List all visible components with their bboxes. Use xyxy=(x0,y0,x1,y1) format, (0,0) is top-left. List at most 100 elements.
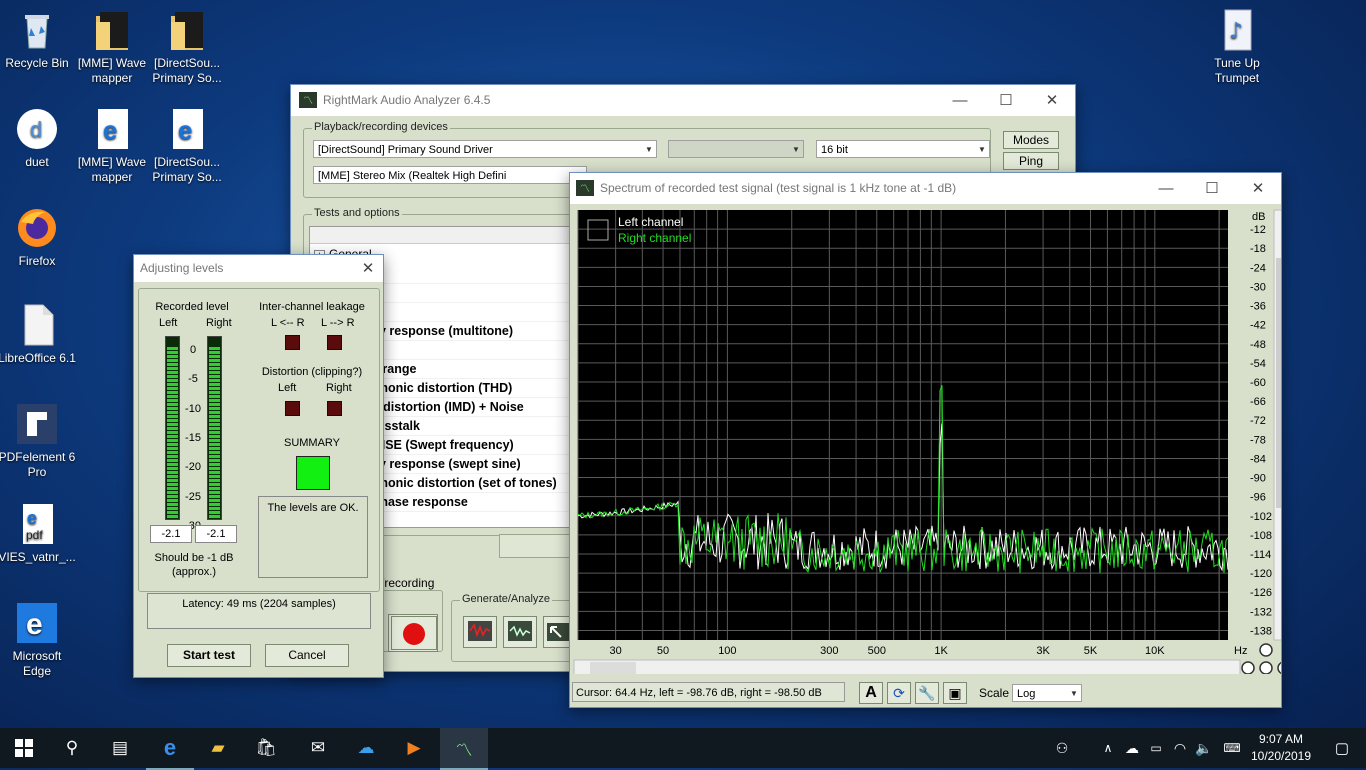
taskbar-mail[interactable]: ✉ xyxy=(294,728,342,768)
test-item[interactable]: el xyxy=(372,341,572,360)
save-button[interactable]: ▣ xyxy=(943,682,967,704)
people-button[interactable]: ⚇ xyxy=(1050,728,1074,768)
font-button[interactable]: A xyxy=(859,682,883,704)
taskbar-file-explorer[interactable]: ▰ xyxy=(194,728,242,768)
maximize-button[interactable]: ☐ xyxy=(983,91,1029,109)
rmaa-title: RightMark Audio Analyzer 6.4.5 xyxy=(323,93,491,107)
refresh-button[interactable]: ⟳ xyxy=(887,682,911,704)
scale-select[interactable]: Log ▼ xyxy=(1012,684,1082,702)
zoom-reset-icon[interactable] xyxy=(1277,661,1281,674)
horizontal-scrollbar[interactable] xyxy=(573,659,1241,674)
analyze-button[interactable] xyxy=(503,616,537,648)
test-item[interactable]: OISE (Swept frequency) xyxy=(372,436,572,455)
start-test-button[interactable]: Start test xyxy=(167,644,251,667)
desktop-icon-pdfelement[interactable]: PDFelement 6 Pro xyxy=(0,402,77,480)
tray-keyboard[interactable]: ⌨ xyxy=(1218,728,1246,768)
spectrum-body: -12 -18 -24 -30 -36 -42 -48 -54 -60 -66 -72 -78 -84 -… xyxy=(570,204,1281,707)
left-level-meter xyxy=(165,336,180,520)
bits-select[interactable]: 16 bit ▼ xyxy=(816,140,990,158)
test-item[interactable]: d xyxy=(372,265,572,284)
tray-volume[interactable]: 🔈 xyxy=(1192,728,1216,768)
db-tick-label: -30 xyxy=(1250,281,1266,293)
desktop-icon-firefox[interactable]: Firefox xyxy=(0,206,77,269)
test-item[interactable]: rmonic distortion (THD) xyxy=(372,379,572,398)
record-button[interactable] xyxy=(391,616,437,650)
plot-area[interactable] xyxy=(578,210,1228,640)
desktop-icon-recycle-bin[interactable]: Recycle Bin xyxy=(0,8,77,71)
levels-titlebar[interactable]: Adjusting levels ✕ xyxy=(134,255,383,281)
spectrum-chart[interactable]: -12 -18 -24 -30 -36 -42 -48 -54 -60 -66 -72 -78 -84 -… xyxy=(570,204,1281,674)
action-center-button[interactable]: ▢ xyxy=(1318,728,1366,768)
generate-record-button[interactable] xyxy=(463,616,497,648)
ping-button[interactable]: Ping xyxy=(1003,152,1059,170)
desktop-icon-mme-wave-mapper[interactable]: [MME] Wave mapper xyxy=(72,8,152,86)
taskbar-edge[interactable]: e xyxy=(146,728,194,770)
test-item[interactable] xyxy=(372,303,572,322)
search-button[interactable]: ⚲ xyxy=(48,728,96,768)
folder-icon: ▰ xyxy=(211,738,225,757)
scale-value: Log xyxy=(1017,688,1036,700)
recording-device-select[interactable]: [MME] Stereo Mix (Realtek High Defini xyxy=(313,166,587,184)
desktop-icon-directsound-link[interactable]: e [DirectSou... Primary So... xyxy=(147,107,227,185)
close-button[interactable]: ✕ xyxy=(1235,179,1281,197)
test-item[interactable]: Phase response xyxy=(372,493,572,512)
taskbar-store[interactable]: 🛍 xyxy=(242,728,290,768)
close-button[interactable]: ✕ xyxy=(353,259,383,277)
zoom-out-icon[interactable] xyxy=(1259,661,1273,674)
summary-text: The levels are OK. xyxy=(258,496,368,578)
test-item[interactable]: rmonic distortion (set of tones) xyxy=(372,474,572,493)
start-button[interactable] xyxy=(0,728,48,768)
leakage-r-led xyxy=(327,335,342,350)
taskbar-onedrive[interactable]: ☁ xyxy=(342,728,390,768)
clock[interactable]: 9:07 AM 10/20/2019 xyxy=(1248,731,1314,765)
rmaa-titlebar[interactable]: 〽 RightMark Audio Analyzer 6.4.5 — ☐ ✕ xyxy=(291,85,1075,115)
svg-text:pdf: pdf xyxy=(26,528,43,542)
cancel-button[interactable]: Cancel xyxy=(265,644,349,667)
settings-button[interactable]: 🔧 xyxy=(915,682,939,704)
samplerate-select[interactable]: ▼ xyxy=(668,140,804,158)
desktop-icon-label: duet xyxy=(25,155,49,169)
desktop-icon-libreoffice[interactable]: LibreOffice 6.1 xyxy=(0,303,77,366)
test-item[interactable] xyxy=(372,284,572,303)
libreoffice-icon xyxy=(15,303,59,347)
zoom-in-icon[interactable] xyxy=(1241,661,1255,674)
db-tick-label: -48 xyxy=(1250,339,1266,351)
desktop-icon-duet[interactable]: d duet xyxy=(0,107,77,170)
horizontal-scrollbar-thumb[interactable] xyxy=(590,662,636,674)
tray-battery[interactable]: ▭ xyxy=(1144,728,1168,768)
taskbar-rmaa[interactable]: 〽 xyxy=(440,728,488,770)
chevron-down-icon: ▼ xyxy=(1070,689,1078,698)
test-item[interactable]: cy response (swept sine) xyxy=(372,455,572,474)
task-view-button[interactable]: ▤ xyxy=(96,728,144,768)
desktop-icon-directsound[interactable]: [DirectSou... Primary So... xyxy=(147,8,227,86)
close-button[interactable]: ✕ xyxy=(1029,91,1075,109)
vertical-scrollbar-thumb[interactable] xyxy=(1276,258,1281,508)
taskbar-media-app[interactable]: ▶ xyxy=(390,728,438,768)
minimize-button[interactable]: — xyxy=(1143,180,1189,197)
desktop-icon-label: VIES_vatnr_... xyxy=(0,550,76,564)
db-tick-label: -24 xyxy=(1250,262,1266,274)
desktop-icon-label: [DirectSou... Primary So... xyxy=(152,56,222,85)
db-tick-label: -126 xyxy=(1250,587,1272,599)
test-item[interactable]: d distortion (IMD) + Noise xyxy=(372,398,572,417)
playback-device-select[interactable]: [DirectSound] Primary Sound Driver ▼ xyxy=(313,140,657,158)
test-item[interactable]: rosstalk xyxy=(372,417,572,436)
modes-button[interactable]: Modes xyxy=(1003,131,1059,149)
tray-overflow-button[interactable]: ∧ xyxy=(1096,728,1120,768)
tests-label: Tests and options xyxy=(312,207,402,219)
tests-aux-box xyxy=(499,534,575,558)
spectrum-titlebar[interactable]: 〽 Spectrum of recorded test signal (test… xyxy=(570,173,1281,203)
maximize-button[interactable]: ☐ xyxy=(1189,179,1235,197)
desktop-icon-mme-wave-mapper-link[interactable]: e [MME] Wave mapper xyxy=(72,107,152,185)
desktop-icon-tune-up-trumpet[interactable]: ♪ Tune Up Trumpet xyxy=(1197,8,1277,86)
tray-wifi[interactable]: ◠ xyxy=(1168,728,1192,768)
tray-onedrive[interactable]: ☁ xyxy=(1120,728,1144,768)
test-item[interactable]: cy response (multitone) xyxy=(372,322,572,341)
desktop-icon-vies-pdf[interactable]: e pdf VIES_vatnr_... xyxy=(0,502,77,565)
test-item[interactable]: c range xyxy=(372,360,572,379)
spectrum-window: 〽 Spectrum of recorded test signal (test… xyxy=(569,172,1282,708)
zoom-icon[interactable] xyxy=(1259,643,1273,657)
desktop-icon-edge[interactable]: e Microsoft Edge xyxy=(0,601,77,679)
minimize-button[interactable]: — xyxy=(937,92,983,109)
right-level-value: -2.1 xyxy=(195,525,237,543)
